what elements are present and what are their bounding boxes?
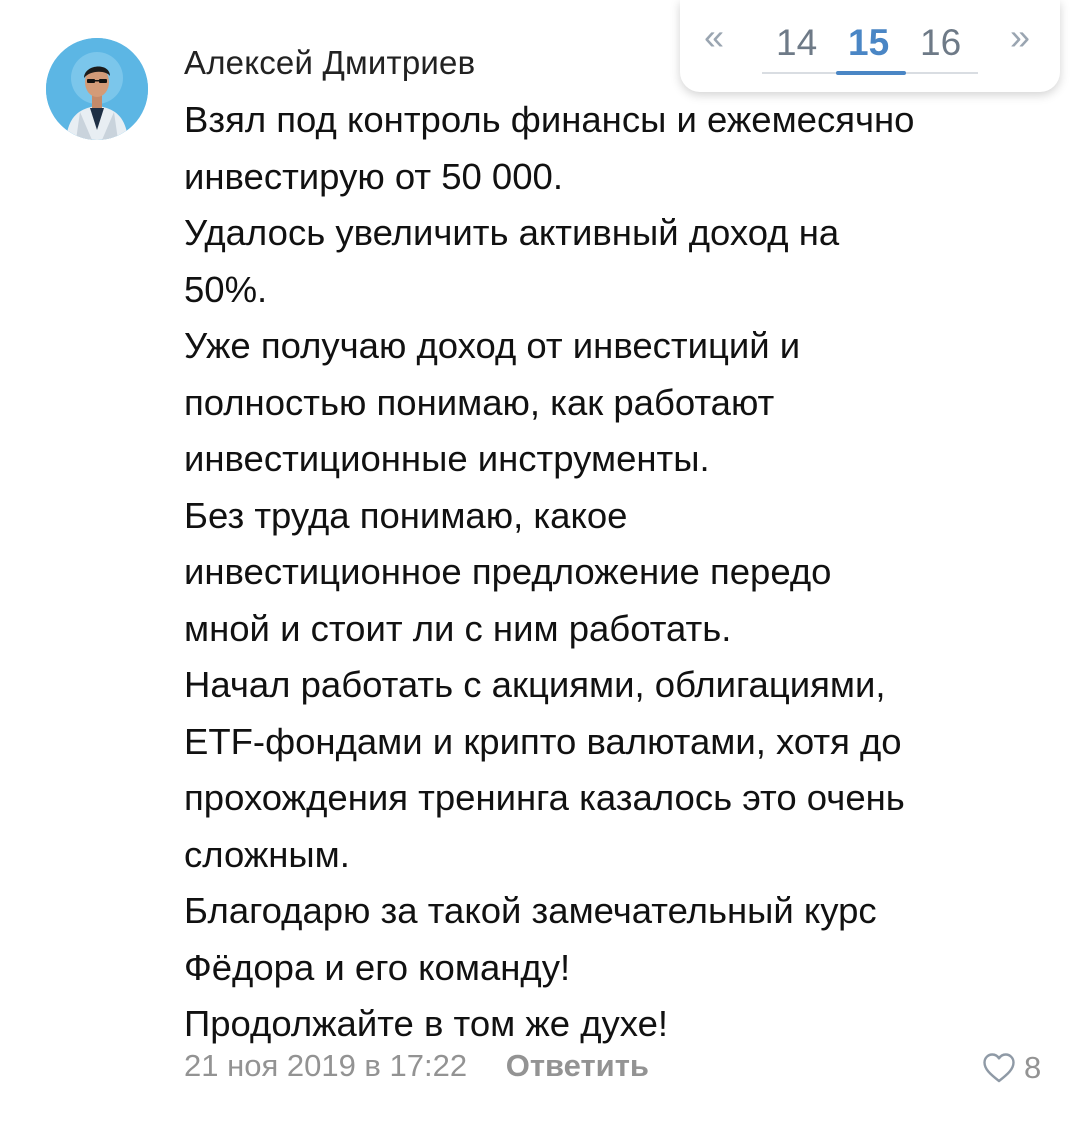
reply-button[interactable]: Ответить	[506, 1048, 649, 1084]
comment-line: Благодарю за такой замечательный курс	[184, 890, 877, 931]
comment: Алексей Дмитриев Взял под контроль финан…	[0, 0, 1090, 1125]
comment-text: Взял под контроль финансы и ежемесячно и…	[184, 92, 1064, 1053]
comment-line: Без труда понимаю, какое	[184, 494, 628, 536]
comment-line: Уже получаю доход от инвестиций и	[184, 325, 801, 366]
heart-outline-icon	[983, 1053, 1015, 1083]
comment-line: Удалось увеличить активный доход на	[184, 212, 840, 253]
comment-line: инвестирую от 50 000.	[184, 155, 563, 197]
like-count: 8	[1024, 1050, 1042, 1085]
comment-line: Начал работать с акциями, облигациями,	[184, 664, 886, 705]
comment-line: сложным.	[184, 833, 350, 875]
like-button[interactable]: 8	[982, 1050, 1041, 1086]
author-avatar[interactable]	[46, 38, 148, 140]
comment-meta: 21 ноя 2019 в 17:22 Ответить	[184, 1048, 649, 1084]
comment-line: Продолжайте в том же духе!	[184, 1003, 669, 1044]
comment-line: ETF-фондами и крипто валютами, хотя до	[184, 720, 902, 762]
page-link[interactable]: 16	[920, 22, 961, 64]
current-page-indicator	[836, 71, 906, 75]
user-photo-avatar	[46, 38, 148, 140]
comment-line: полностью понимаю, как работают	[184, 381, 775, 423]
page-link[interactable]: 14	[776, 22, 817, 64]
comment-line: мной и стоит ли с ним работать.	[184, 607, 732, 649]
comment-line: Фёдора и его команду!	[184, 946, 571, 988]
prev-page-button[interactable]: «	[704, 16, 724, 58]
comment-line: инвестиционные инструменты.	[184, 438, 710, 479]
next-page-button[interactable]: »	[1010, 16, 1030, 58]
author-name[interactable]: Алексей Дмитриев	[184, 44, 475, 82]
comment-line: 50%.	[184, 268, 268, 310]
comment-line: Взял под контроль финансы и ежемесячно	[184, 99, 915, 140]
comment-date[interactable]: 21 ноя 2019 в 17:22	[184, 1048, 467, 1084]
current-page[interactable]: 15	[848, 22, 889, 64]
pagination: « 14 15 16 »	[680, 0, 1060, 92]
comment-line: инвестиционное предложение передо	[184, 551, 832, 592]
comment-line: прохождения тренинга казалось это очень	[184, 777, 905, 818]
